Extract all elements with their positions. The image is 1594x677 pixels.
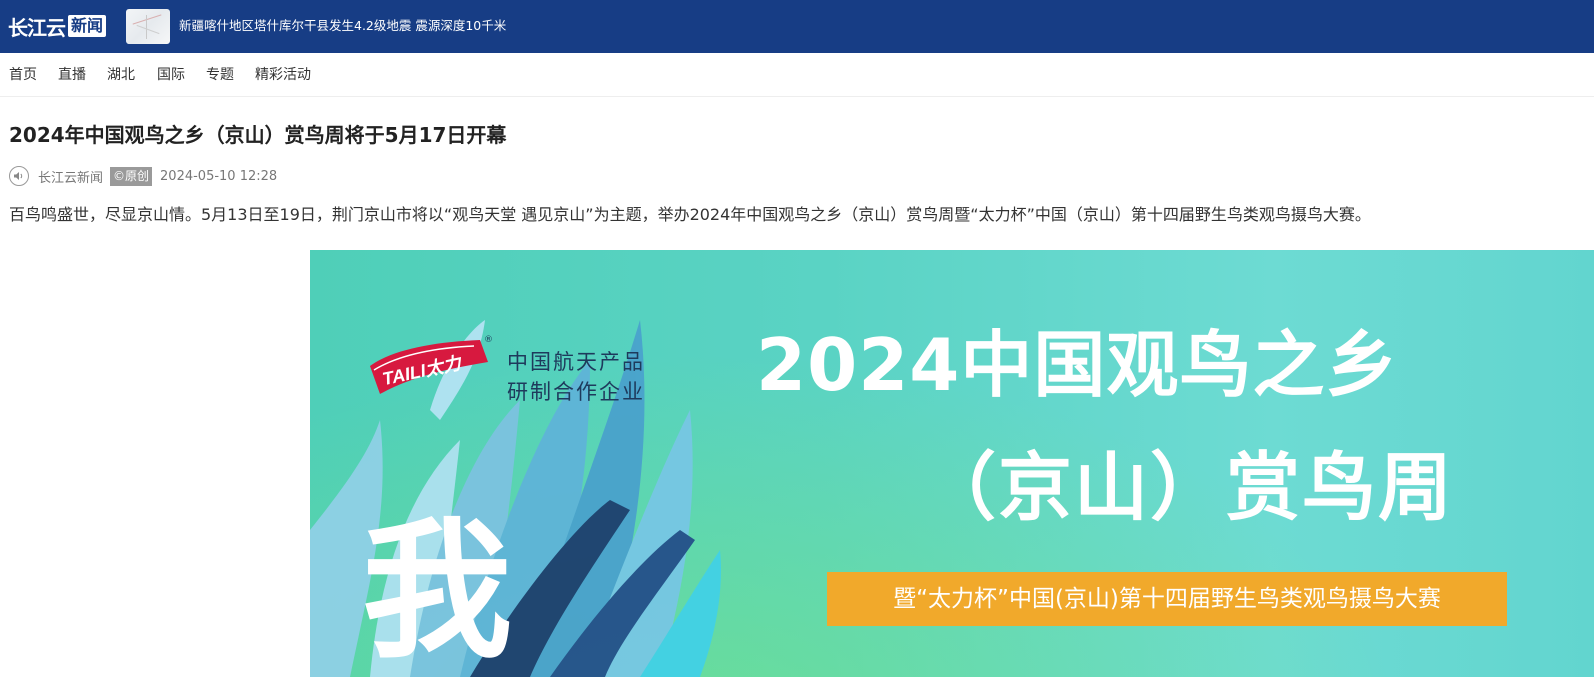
breaking-headline-link[interactable]: 新疆喀什地区塔什库尔干县发生4.2级地震 震源深度10千米 — [179, 17, 506, 35]
poster-heading-line1: 2024中国观鸟之乡 — [756, 323, 1399, 407]
poster-heading-line2: （京山）赏鸟周 — [922, 445, 1454, 531]
main-nav: 首页 直播 湖北 国际 专题 精彩活动 — [0, 53, 1594, 97]
speaker-icon[interactable] — [9, 166, 29, 186]
sponsor-line2: 研制合作企业 — [507, 380, 645, 404]
sponsor-text: 中国航天产品 研制合作企业 — [507, 347, 645, 407]
article-meta: 长江云新闻 ©原创 2024-05-10 12:28 — [9, 165, 277, 187]
logo-main-text: 长江云 — [8, 15, 66, 40]
article-title: 2024年中国观鸟之乡（京山）赏鸟周将于5月17日开幕 — [9, 123, 507, 147]
logo-sub-text: 新闻 — [68, 15, 107, 37]
original-badge: ©原创 — [110, 166, 153, 186]
poster-big-character: 我 — [362, 505, 513, 677]
article-source: 长江云新闻 — [38, 170, 104, 186]
poster-banner: 暨“太力杯”中国(京山)第十四届野生鸟类观鸟摄鸟大赛 — [827, 572, 1507, 626]
publish-date: 2024-05-10 12:28 — [160, 168, 278, 184]
article-poster-image: TAILI太力 ® 中国航天产品 研制合作企业 2024中国观鸟之乡 （京山）赏… — [310, 250, 1594, 677]
article-summary: 百鸟鸣盛世，尽显京山情。5月13日至19日，荆门京山市将以“观鸟天堂 遇见京山”… — [9, 205, 1371, 224]
nav-item-live[interactable]: 直播 — [58, 65, 86, 85]
sponsor-line1: 中国航天产品 — [507, 350, 645, 374]
nav-item-home[interactable]: 首页 — [9, 65, 37, 85]
top-header-bar: 长江云 新闻 新疆喀什地区塔什库尔干县发生4.2级地震 震源深度10千米 — [0, 0, 1594, 53]
nav-item-events[interactable]: 精彩活动 — [255, 65, 311, 85]
nav-item-topics[interactable]: 专题 — [206, 65, 234, 85]
nav-item-international[interactable]: 国际 — [157, 65, 185, 85]
nav-item-hubei[interactable]: 湖北 — [107, 65, 135, 85]
headline-thumbnail[interactable] — [126, 9, 170, 44]
site-logo[interactable]: 长江云 新闻 — [8, 13, 107, 40]
svg-text:®: ® — [484, 335, 492, 345]
taili-brand-logo: TAILI太力 ® — [362, 332, 493, 402]
